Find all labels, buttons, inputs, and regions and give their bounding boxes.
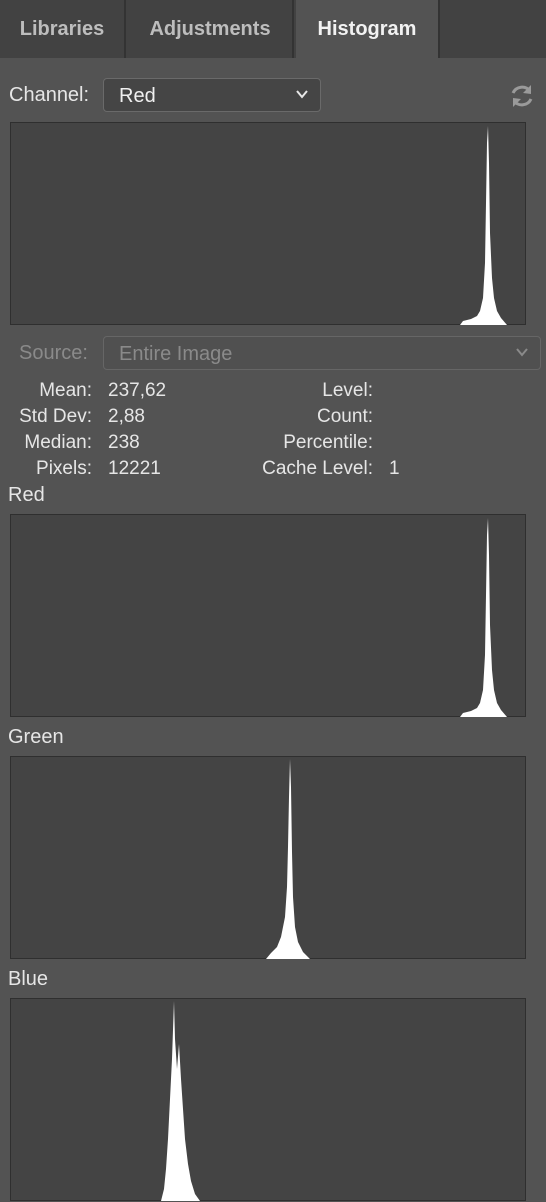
tab-histogram[interactable]: Histogram: [296, 0, 440, 58]
main-histogram: [10, 122, 526, 325]
pixels-label: Pixels:: [36, 458, 92, 479]
mean-label: Mean:: [39, 380, 92, 401]
median-value: 238: [108, 432, 140, 453]
median-label: Median:: [24, 432, 92, 453]
blue-histogram-graph: [161, 1001, 200, 1201]
tab-adjustments[interactable]: Adjustments: [128, 0, 294, 58]
blue-section-label: Blue: [8, 968, 49, 990]
tab-bar: Libraries Adjustments Histogram: [0, 0, 546, 58]
stddev-label: Std Dev:: [19, 406, 92, 427]
tab-libraries[interactable]: Libraries: [0, 0, 126, 58]
main-histogram-graph: [460, 126, 507, 325]
main-histogram-shape: [460, 126, 507, 325]
histogram-panel: Libraries Adjustments Histogram Channel:…: [0, 0, 546, 1202]
source-label: Source:: [19, 342, 88, 364]
red-histogram-shape: [460, 518, 507, 717]
chevron-down-icon: [516, 348, 528, 357]
percentile-label: Percentile:: [283, 432, 373, 453]
mean-value: 237,62: [108, 380, 167, 401]
chevron-down-icon: [296, 90, 308, 99]
blue-histogram: [10, 998, 526, 1201]
source-select[interactable]: Entire Image: [103, 336, 541, 370]
cache-level-label: Cache Level:: [262, 458, 373, 479]
green-section-label: Green: [8, 726, 64, 748]
channel-select-value: Red: [119, 85, 156, 107]
level-label: Level:: [322, 380, 373, 401]
red-histogram-graph: [460, 518, 507, 717]
stddev-value: 2,88: [108, 406, 145, 427]
count-label: Count:: [317, 406, 373, 427]
channel-select[interactable]: Red: [103, 78, 321, 112]
cache-level-value: 1: [389, 458, 400, 479]
refresh-icon[interactable]: [508, 82, 536, 110]
green-histogram: [10, 756, 526, 959]
pixels-value: 12221: [108, 458, 161, 479]
source-select-value: Entire Image: [119, 343, 233, 365]
channel-label: Channel:: [9, 84, 90, 106]
green-histogram-shape: [266, 759, 310, 959]
red-section-label: Red: [8, 484, 45, 506]
blue-histogram-shape: [161, 1001, 200, 1201]
green-histogram-graph: [266, 759, 310, 959]
red-histogram: [10, 514, 526, 717]
